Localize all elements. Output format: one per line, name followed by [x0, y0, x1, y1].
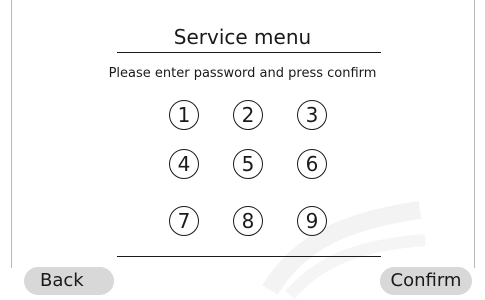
- key-8[interactable]: 8: [233, 206, 263, 236]
- confirm-button[interactable]: Confirm: [380, 267, 472, 295]
- key-9[interactable]: 9: [297, 206, 327, 236]
- title-divider: [117, 52, 381, 53]
- key-3[interactable]: 3: [297, 100, 327, 130]
- key-7[interactable]: 7: [169, 206, 199, 236]
- key-4[interactable]: 4: [169, 149, 199, 179]
- key-6[interactable]: 6: [297, 149, 327, 179]
- keypad-divider: [117, 256, 381, 257]
- key-5[interactable]: 5: [233, 149, 263, 179]
- instruction-text: Please enter password and press confirm: [108, 66, 377, 81]
- key-2[interactable]: 2: [233, 100, 263, 130]
- service-menu-screen: Service menu Please enter password and p…: [0, 0, 485, 299]
- back-button[interactable]: Back: [24, 267, 114, 295]
- page-title: Service menu: [173, 25, 312, 49]
- key-1[interactable]: 1: [169, 100, 199, 130]
- numeric-keypad: 1 2 3 4 5 6 7 8 9: [160, 94, 340, 244]
